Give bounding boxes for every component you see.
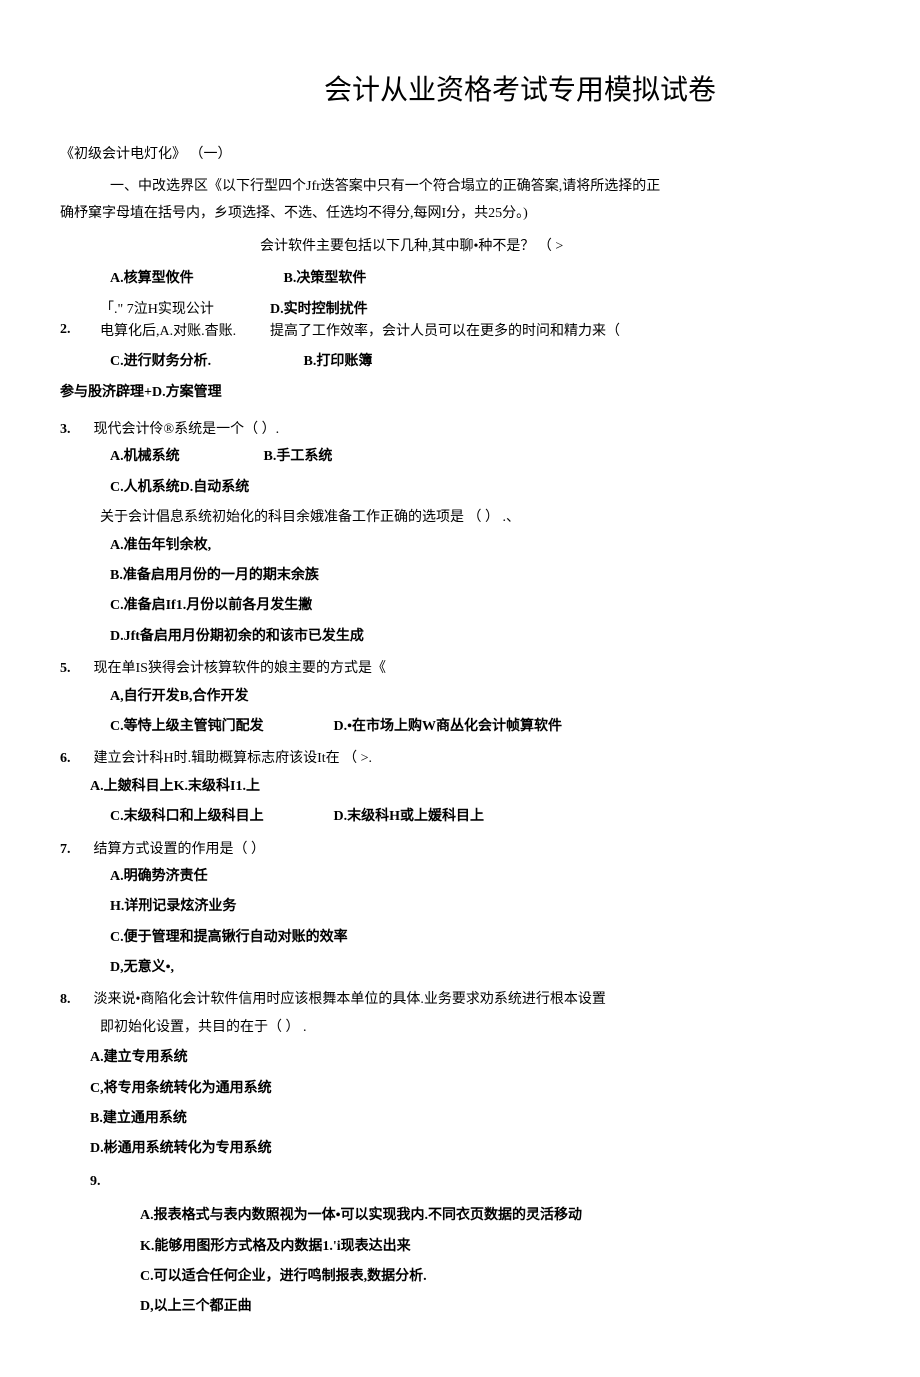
q9-option-a: A.报表格式与表内数照视为一体•可以实现我内.不同衣页数据的灵活移动: [140, 1205, 920, 1227]
q9-number: 9.: [90, 1171, 920, 1193]
q1-text: 会计软件主要包括以下几种,其中聊•种不是？ （ >: [260, 236, 920, 258]
q2-text-part2: 提高了工作效率，会计人员可以在更多的时问和精力来（: [270, 321, 920, 343]
q2-extra-text: 参与股济辟理+D.方案管理: [60, 382, 920, 404]
q3-text: 现代会计伶®系统是一个（ ）.: [94, 422, 280, 437]
q1-option-b: B.决策型软件: [284, 268, 367, 290]
q4-option-d: D.Jft备启用月份期初余的和该市已发生成: [110, 626, 920, 648]
q7-option-c: C.便于管理和提高锹行自动对账的效率: [110, 927, 920, 949]
q8-number: 8.: [60, 989, 90, 1011]
q5-text: 现在单IS狭得会计核算软件的娘主要的方式是《: [94, 661, 386, 676]
q5-option-c: C.等恃上级主管钝门配发: [110, 716, 330, 738]
q7-option-d: D,无意义•,: [110, 957, 920, 979]
q4-text: 关于会计倡息系统初始化的科目余娥准备工作正确的选项是 （ ） .、: [100, 510, 520, 525]
q5-option-ab: A,自行开发B,合作开发: [110, 686, 920, 708]
q3-option-cd: C.人机系统D.自动系统: [110, 477, 920, 499]
q9-option-d: D,以上三个都正曲: [140, 1296, 920, 1318]
q8-option-c: C,将专用条统转化为通用系统: [90, 1078, 920, 1100]
q5-option-d: D.•在市场上购W商丛化会计帧算软件: [334, 719, 563, 734]
q8-option-a: A.建立专用系统: [90, 1047, 920, 1069]
q5-number: 5.: [60, 658, 90, 680]
q4-option-a: A.准缶年钊余枚,: [110, 535, 920, 557]
q3-number: 3.: [60, 419, 90, 441]
q2-option-c: C.进行财务分析.: [110, 351, 270, 373]
q7-option-b: H.详刑记录炫济业务: [110, 896, 920, 918]
q7-option-a: A.明确势济责任: [110, 866, 920, 888]
q1-option-d: D.实时控制扰件: [270, 299, 920, 321]
q2-option-b: B.打印账簿: [304, 351, 373, 373]
q1-option-c: 「." 7泣H实现公计: [100, 299, 270, 321]
q8-text-2: 即初始化设置，共目的在于（ ） .: [100, 1017, 920, 1039]
q3-option-a: A.机械系统: [110, 446, 230, 468]
q3-option-b: B.手工系统: [264, 446, 333, 468]
q4-option-b: B.准备启用月份的一月的期末余族: [110, 565, 920, 587]
section-instruction-2: 确杼窠字母埴在括号内，乡项选择、不选、任选均不得分,每网I分，共25分。): [60, 203, 920, 225]
q8-text: 淡来说•商陷化会计软件信用时应该根舞本单位的具体.业务要求劝系统进行根本设置: [94, 992, 606, 1007]
q6-option-d: D.末级科H或上媛科目上: [334, 809, 485, 824]
q6-option-a: A.上皴科目上K.末级科I1.上: [90, 776, 920, 798]
q1-option-a: A.核算型攸件: [110, 268, 250, 290]
q2-number: 2.: [60, 322, 71, 337]
q7-text: 结算方式设置的作用是（ ）: [94, 842, 266, 857]
section-instruction-1: 一、中改选界区《以下行型四个Jfr迭答案中只有一个符合塌立的正确答案,请将所选择…: [110, 176, 920, 198]
q2-text-part1: 电算化后,A.对账.杳账.: [100, 321, 270, 343]
page-title: 会计从业资格考试专用模拟试卷: [60, 69, 920, 114]
q6-number: 6.: [60, 748, 90, 770]
q7-number: 7.: [60, 839, 90, 861]
q9-option-c: C.可以适合任何企业，进行鸣制报表,数据分析.: [140, 1266, 920, 1288]
subtitle: 《初级会计电灯化》 （一）: [60, 144, 920, 166]
q6-option-c: C.末级科口和上级科目上: [110, 806, 330, 828]
q8-option-d: D.彬通用系统转化为专用系统: [90, 1138, 920, 1160]
q4-option-c: C.准备启If1.月份以前各月发生撇: [110, 595, 920, 617]
q6-text: 建立会计科H时.辑助概算标志府该设It在 （ >.: [94, 751, 373, 766]
q8-option-b: B.建立通用系统: [90, 1108, 920, 1130]
q9-option-k: K.能够用图形方式格及内数据1.'i现表达出来: [140, 1236, 920, 1258]
